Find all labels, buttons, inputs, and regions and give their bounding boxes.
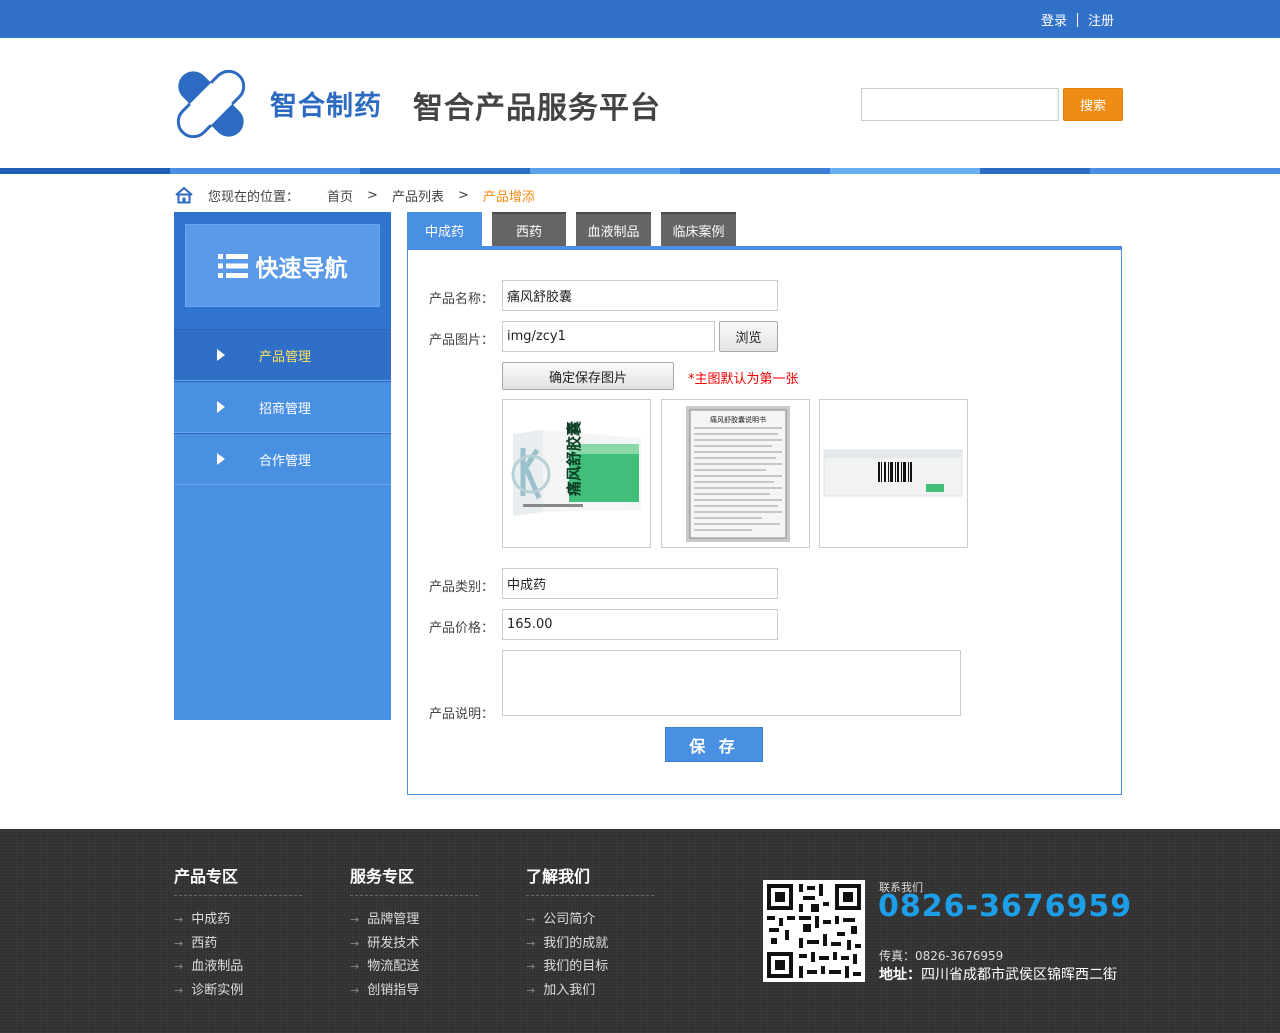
triangle-right-icon [217, 401, 225, 413]
product-form-panel: 产品名称： 痛风舒胶囊 产品图片： img/zcy1 浏览 确定保存图片 *主图… [407, 246, 1122, 795]
tab-chinese-medicine[interactable]: 中成药 [407, 212, 482, 246]
footer-link[interactable]: → 创销指导 [350, 979, 478, 1003]
home-icon [175, 186, 193, 204]
save-images-button[interactable]: 确定保存图片 [502, 362, 674, 390]
sidebar-item-cooperation-management[interactable]: 合作管理 [174, 433, 391, 485]
quick-nav-title-box: 快速导航 [185, 224, 380, 307]
instruction-leaflet-image: 痛风舒胶囊说明书 [686, 406, 790, 542]
sidebar-item-label: 招商管理 [259, 401, 312, 417]
footer-link[interactable]: → 西药 [174, 932, 302, 956]
product-description-label: 产品说明： [429, 707, 495, 722]
contact-address: 地址：四川省成都市武侯区锦晖西二街 [879, 964, 1117, 984]
triangle-right-icon [217, 349, 225, 361]
browse-button[interactable]: 浏览 [719, 321, 778, 352]
arrow-right-icon: → [526, 983, 536, 997]
breadcrumb-product-list[interactable]: 产品列表 [392, 186, 444, 205]
sidebar: 快速导航 产品管理 招商管理 合作管理 [174, 212, 391, 720]
platform-title: 智合产品服务平台 [413, 91, 661, 126]
breadcrumb-separator: > [457, 187, 469, 203]
product-box-image: 痛风舒胶囊 [511, 420, 641, 516]
search-button[interactable]: 搜索 [1063, 88, 1123, 121]
arrow-right-icon: → [526, 960, 536, 973]
footer-link[interactable]: → 中成药 [174, 908, 302, 932]
footer-column-products: 产品专区 → 中成药 → 西药 → 血液制品 → 诊断实例 [174, 863, 302, 1002]
divider [1076, 12, 1078, 27]
search-input[interactable] [861, 88, 1059, 121]
footer-link[interactable]: → 加入我们 [526, 979, 654, 1003]
logo-icon [176, 69, 246, 139]
header-divider-stripe [0, 168, 1280, 174]
logo-text: 智合制药 [270, 91, 382, 122]
footer-link[interactable]: → 我们的目标 [526, 955, 654, 979]
breadcrumb-label: 您现在的位置： [208, 189, 300, 205]
address-label: 地址： [879, 967, 921, 983]
product-image-thumbnail[interactable]: 痛风舒胶囊说明书 [661, 399, 810, 548]
arrow-right-icon: → [174, 913, 184, 926]
arrow-right-icon: → [350, 913, 360, 926]
sidebar-item-label: 合作管理 [259, 453, 312, 469]
product-price-input[interactable]: 165.00 [502, 609, 778, 640]
product-box-side-image [823, 449, 963, 497]
save-button[interactable]: 保 存 [665, 727, 763, 762]
footer-column-about: 了解我们 → 公司简介 → 我们的成就 → 我们的目标 → 加入我们 [526, 863, 654, 1002]
sidebar-item-label: 产品管理 [259, 349, 312, 365]
footer-link[interactable]: → 诊断实例 [174, 979, 302, 1003]
product-image-label: 产品图片： [429, 333, 495, 348]
product-name-input[interactable]: 痛风舒胶囊 [502, 280, 778, 311]
box-product-name: 痛风舒胶囊 [565, 420, 583, 497]
breadcrumb-separator: > [367, 187, 378, 203]
category-tabs: 中成药 西药 血液制品 临床案例 [407, 212, 746, 246]
product-price-label: 产品价格： [429, 621, 495, 636]
footer-column-title: 产品专区 [174, 863, 302, 896]
product-image-thumbnail[interactable]: 痛风舒胶囊 [502, 399, 651, 548]
tab-clinical-cases[interactable]: 临床案例 [661, 212, 736, 246]
top-bar: 登录 注册 [0, 0, 1280, 38]
contact-fax: 传真：0826-3676959 [879, 949, 1004, 963]
arrow-right-icon: → [526, 936, 536, 950]
footer-column-title: 了解我们 [526, 863, 654, 896]
arrow-right-icon: → [526, 913, 536, 926]
register-link[interactable]: 注册 [1088, 10, 1114, 29]
footer-link[interactable]: → 品牌管理 [350, 908, 478, 932]
tab-blood-products[interactable]: 血液制品 [576, 212, 651, 246]
login-link[interactable]: 登录 [1041, 10, 1067, 29]
product-category-label: 产品类别： [429, 580, 495, 595]
footer-column-services: 服务专区 → 品牌管理 → 研发技术 → 物流配送 → 创销指导 [350, 863, 478, 1002]
product-category-input[interactable]: 中成药 [502, 568, 778, 599]
footer-link[interactable]: → 物流配送 [350, 955, 478, 979]
product-image-path-input[interactable]: img/zcy1 [502, 321, 715, 352]
arrow-right-icon: → [174, 936, 184, 950]
product-image-thumbnail[interactable] [819, 399, 968, 548]
footer-link[interactable]: → 我们的成就 [526, 932, 654, 956]
footer-column-title: 服务专区 [350, 863, 478, 896]
qr-code-icon [763, 880, 865, 982]
site-header: 智合制药 智合产品服务平台 搜索 [0, 38, 1280, 168]
main-image-note: *主图默认为第一张 [688, 372, 799, 387]
sidebar-item-investment-management[interactable]: 招商管理 [174, 381, 391, 433]
sidebar-header: 快速导航 [174, 212, 391, 329]
arrow-right-icon: → [174, 983, 184, 997]
tab-western-medicine[interactable]: 西药 [492, 212, 566, 246]
arrow-right-icon: → [174, 960, 184, 973]
triangle-right-icon [217, 453, 225, 465]
product-name-label: 产品名称： [429, 292, 495, 307]
sidebar-title: 快速导航 [255, 255, 348, 282]
arrow-right-icon: → [350, 983, 360, 997]
arrow-right-icon: → [350, 936, 360, 950]
breadcrumb: 您现在的位置： 首页 > 产品列表 > 产品增添 [174, 182, 535, 208]
list-menu-icon [217, 253, 248, 278]
breadcrumb-home[interactable]: 首页 [327, 186, 353, 205]
sidebar-item-product-management[interactable]: 产品管理 [174, 329, 391, 381]
footer-link[interactable]: → 公司简介 [526, 908, 654, 932]
account-links: 登录 注册 [1041, 10, 1114, 29]
footer-link[interactable]: → 研发技术 [350, 932, 478, 956]
address-text: 四川省成都市武侯区锦晖西二街 [921, 967, 1117, 983]
leaflet-title: 痛风舒胶囊说明书 [710, 415, 766, 424]
breadcrumb-current: 产品增添 [482, 189, 535, 205]
contact-phone: 0826-3676959 [878, 889, 1133, 924]
arrow-right-icon: → [350, 960, 360, 973]
product-description-textarea[interactable] [502, 650, 961, 716]
footer-link[interactable]: → 血液制品 [174, 955, 302, 979]
site-footer: 产品专区 → 中成药 → 西药 → 血液制品 → 诊断实例 服务专区 → 品牌管理 → 研发… [0, 829, 1280, 1033]
